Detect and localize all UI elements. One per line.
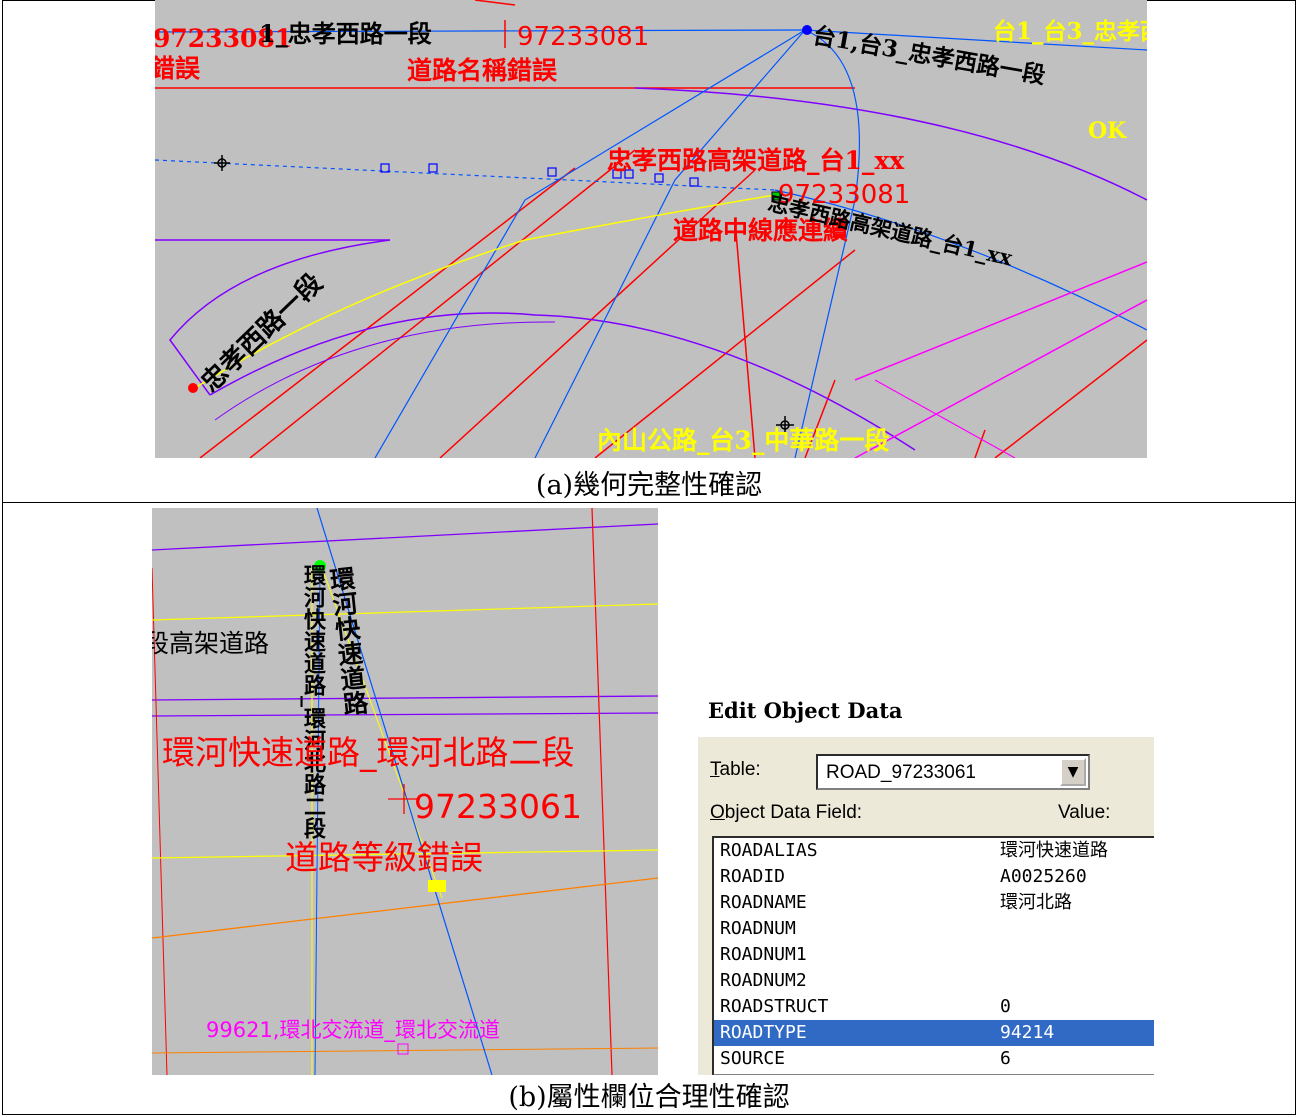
map-label-ok: OK [1088, 118, 1127, 144]
map-linework-b [152, 508, 658, 1075]
field-name: ROADALIAS [720, 840, 818, 861]
field-row[interactable]: ROADSTRUCT 0 [714, 994, 1154, 1020]
map-view-attribute[interactable]: 段高架道路 環河快速道路 環河快速道路_環河北路二段 環河快速道路_環河北路二段… [152, 508, 658, 1075]
field-row[interactable]: ROADALIAS 環河快速道路 [714, 838, 1154, 864]
value-header: Value: [1058, 802, 1111, 823]
map-label-name-error: 道路名稱錯誤 [407, 56, 558, 85]
field-value: 6 [1000, 1048, 1011, 1069]
field-header-rest: bject Data Field: [724, 802, 863, 823]
map-label-road-topleft: 1_忠孝西路一段 [259, 19, 432, 48]
field-name: SOURCE [720, 1048, 786, 1069]
field-value: 94214 [1000, 1022, 1055, 1043]
field-row[interactable]: ROADNUM [714, 916, 1154, 942]
map-label-elevated-left: 段高架道路 [152, 629, 270, 658]
map-label-code-top: 97233081 [517, 22, 650, 52]
field-value: A0025260 [1000, 866, 1087, 887]
field-header: Object Data Field: [710, 802, 863, 823]
table-select-value: ROAD_97233061 [826, 762, 976, 783]
field-value: 0 [1000, 996, 1011, 1017]
field-name: ROADNUM1 [720, 944, 807, 965]
map-label-red-code: 97233061 [414, 787, 582, 826]
field-name: ROADNUM2 [720, 970, 807, 991]
field-name: ROADID [720, 866, 786, 887]
field-value: 環河北路 [1000, 892, 1072, 913]
map-label-vertical-2: 環河快速道路_環河北路二段 [300, 564, 326, 839]
map-view-geometry[interactable]: 97233081 1_忠孝西路一段 97233081 稱錯誤 道路名稱錯誤 台1… [155, 0, 1147, 458]
field-value: 環河快速道路 [1000, 840, 1108, 861]
field-row[interactable]: ROADNUM2 [714, 968, 1154, 994]
field-name: ROADNUM [720, 918, 796, 939]
field-row[interactable]: ROADNUM1 [714, 942, 1154, 968]
field-row[interactable]: ROADID A0025260 [714, 864, 1154, 890]
field-list[interactable]: ROADALIAS 環河快速道路 ROADID A0025260 ROADNAME 環河北… [712, 836, 1154, 1075]
map-label-elevated-red: 忠孝西路高架道路_台1_xx [607, 146, 905, 175]
caption-divider-a [2, 502, 1296, 503]
map-label-red-big: 環河快速道路_環河北路二段 [162, 733, 575, 772]
field-name: ROADNAME [720, 892, 807, 913]
field-name: ROADSTRUCT [720, 996, 829, 1017]
map-label-yellow-top: 台1_台3_忠孝西路一段 [993, 18, 1147, 45]
map-label-yellow-bottom: 內山公路_台3_中華路一段 [597, 426, 890, 455]
table-select[interactable]: ROAD_97233061 ▼ [816, 754, 1090, 790]
map-label-level-error: 道路等級錯誤 [285, 838, 483, 877]
field-name: ROADTYPE [720, 1022, 807, 1043]
field-row[interactable]: ROADNAME 環河北路 [714, 890, 1154, 916]
field-row[interactable]: SOURCE 6 [714, 1046, 1154, 1072]
caption-a: (a)幾何完整性確認 [535, 470, 763, 501]
table-label-rest: able: [719, 759, 761, 780]
map-label-error-left: 稱錯誤 [155, 54, 201, 83]
chevron-down-icon[interactable]: ▼ [1060, 758, 1086, 786]
table-label: Table: [710, 759, 761, 780]
edit-object-data-dialog: Edit Object Data Table: ROAD_97233061 ▼ … [697, 685, 1154, 1075]
map-label-magenta: 99621,環北交流道_環北交流道 [206, 1018, 500, 1042]
dialog-title: Edit Object Data [698, 685, 1154, 737]
caption-b: (b)屬性欄位合理性確認 [508, 1082, 790, 1113]
field-row[interactable]: ROADTYPE 94214 [714, 1020, 1154, 1046]
